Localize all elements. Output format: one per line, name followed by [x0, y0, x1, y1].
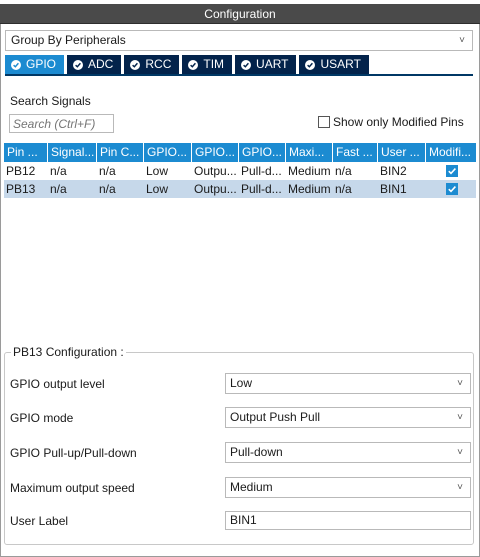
peripheral-tabs: GPIO ADC RCC TIM UART USART: [5, 55, 473, 76]
max-speed-value: Medium: [230, 480, 273, 494]
column-header-fast-mode[interactable]: Fast ...: [333, 143, 378, 162]
tab-label: GPIO: [26, 57, 57, 71]
group-by-value: Group By Peripherals: [11, 33, 126, 47]
cell-user-label: BIN1: [380, 182, 407, 196]
cell-gpio-level: Low: [146, 164, 169, 178]
check-circle-icon: [73, 59, 84, 70]
cell-pin: PB13: [6, 182, 36, 196]
checkbox-checked-icon: [446, 165, 458, 177]
check-circle-icon: [130, 59, 141, 70]
cell-max-speed: Medium: [288, 164, 331, 178]
tab-label: RCC: [145, 57, 172, 71]
column-header-signal[interactable]: Signal...: [48, 143, 97, 162]
pin-configuration-title: PB13 Configuration :: [11, 345, 126, 359]
cell-pin-context: n/a: [99, 164, 116, 178]
column-header-pin-context[interactable]: Pin C...: [97, 143, 144, 162]
column-header-user-label[interactable]: User ...: [378, 143, 426, 162]
pin-table: Pin ... Signal... Pin C... GPIO... GPIO.…: [4, 143, 476, 198]
cell-gpio-pull: Pull-d...: [241, 164, 282, 178]
pin-configuration-group: PB13 Configuration : GPIO output level L…: [4, 345, 474, 545]
search-signals-label: Search Signals: [10, 94, 91, 108]
cell-signal: n/a: [50, 164, 67, 178]
cell-gpio-mode: Outpu...: [194, 164, 237, 178]
chevron-down-icon: ˅: [457, 447, 463, 458]
check-circle-icon: [188, 59, 199, 70]
cell-user-label: BIN2: [380, 164, 407, 178]
column-header-modified[interactable]: Modifi...: [426, 143, 476, 162]
group-by-select[interactable]: Group By Peripherals ˅: [5, 30, 473, 51]
cell-gpio-mode: Outpu...: [194, 182, 237, 196]
checkbox-checked-icon: [446, 183, 458, 195]
gpio-mode-select[interactable]: Output Push Pull ˅: [225, 407, 471, 428]
cell-gpio-level: Low: [146, 182, 169, 196]
chevron-down-icon: ˅: [457, 412, 463, 423]
tab-uart[interactable]: UART: [235, 55, 297, 74]
column-header-gpio-mode[interactable]: GPIO...: [192, 143, 239, 162]
column-header-gpio-pull[interactable]: GPIO...: [239, 143, 286, 162]
cell-pin: PB12: [6, 164, 36, 178]
tab-tim[interactable]: TIM: [182, 55, 233, 74]
table-row[interactable]: PB12 n/a n/a Low Outpu... Pull-d... Medi…: [4, 162, 476, 180]
cell-modified: [426, 162, 476, 180]
chevron-down-icon: ˅: [457, 378, 463, 389]
column-header-pin[interactable]: Pin ...: [4, 143, 48, 162]
tab-label: TIM: [203, 57, 225, 71]
cell-fast-mode: n/a: [335, 182, 352, 196]
column-header-max-speed[interactable]: Maxi...: [286, 143, 333, 162]
tab-usart[interactable]: USART: [299, 55, 369, 74]
user-label-input[interactable]: BIN1: [225, 511, 471, 530]
cell-gpio-pull: Pull-d...: [241, 182, 282, 196]
gpio-mode-label: GPIO mode: [10, 411, 74, 425]
check-circle-icon: [241, 59, 252, 70]
max-speed-label: Maximum output speed: [10, 481, 135, 495]
tab-rcc[interactable]: RCC: [124, 55, 180, 74]
table-header: Pin ... Signal... Pin C... GPIO... GPIO.…: [4, 143, 476, 162]
chevron-down-icon: ˅: [459, 35, 465, 46]
check-circle-icon: [305, 59, 316, 70]
window-title: Configuration: [0, 4, 480, 24]
check-circle-icon: [11, 59, 21, 70]
output-level-label: GPIO output level: [10, 377, 105, 391]
pull-value: Pull-down: [230, 445, 283, 459]
chevron-down-icon: ˅: [457, 482, 463, 493]
pull-select[interactable]: Pull-down ˅: [225, 442, 471, 463]
checkbox[interactable]: [318, 116, 330, 128]
cell-pin-context: n/a: [99, 182, 116, 196]
search-input[interactable]: [9, 114, 114, 133]
pull-label: GPIO Pull-up/Pull-down: [10, 446, 137, 460]
cell-max-speed: Medium: [288, 182, 331, 196]
show-modified-toggle[interactable]: Show only Modified Pins: [318, 115, 464, 129]
cell-modified: [426, 180, 476, 198]
output-level-select[interactable]: Low ˅: [225, 373, 471, 394]
cell-fast-mode: n/a: [335, 164, 352, 178]
tab-adc[interactable]: ADC: [67, 55, 122, 74]
tab-gpio[interactable]: GPIO: [5, 55, 65, 74]
cell-signal: n/a: [50, 182, 67, 196]
column-header-gpio-level[interactable]: GPIO...: [144, 143, 192, 162]
output-level-value: Low: [230, 376, 253, 390]
tab-label: ADC: [88, 57, 114, 71]
max-speed-select[interactable]: Medium ˅: [225, 477, 471, 498]
table-row-selected[interactable]: PB13 n/a n/a Low Outpu... Pull-d... Medi…: [4, 180, 476, 198]
show-modified-label: Show only Modified Pins: [333, 115, 464, 129]
gpio-mode-value: Output Push Pull: [230, 410, 321, 424]
user-label-label: User Label: [10, 514, 69, 528]
tab-label: UART: [256, 57, 289, 71]
tab-label: USART: [320, 57, 361, 71]
